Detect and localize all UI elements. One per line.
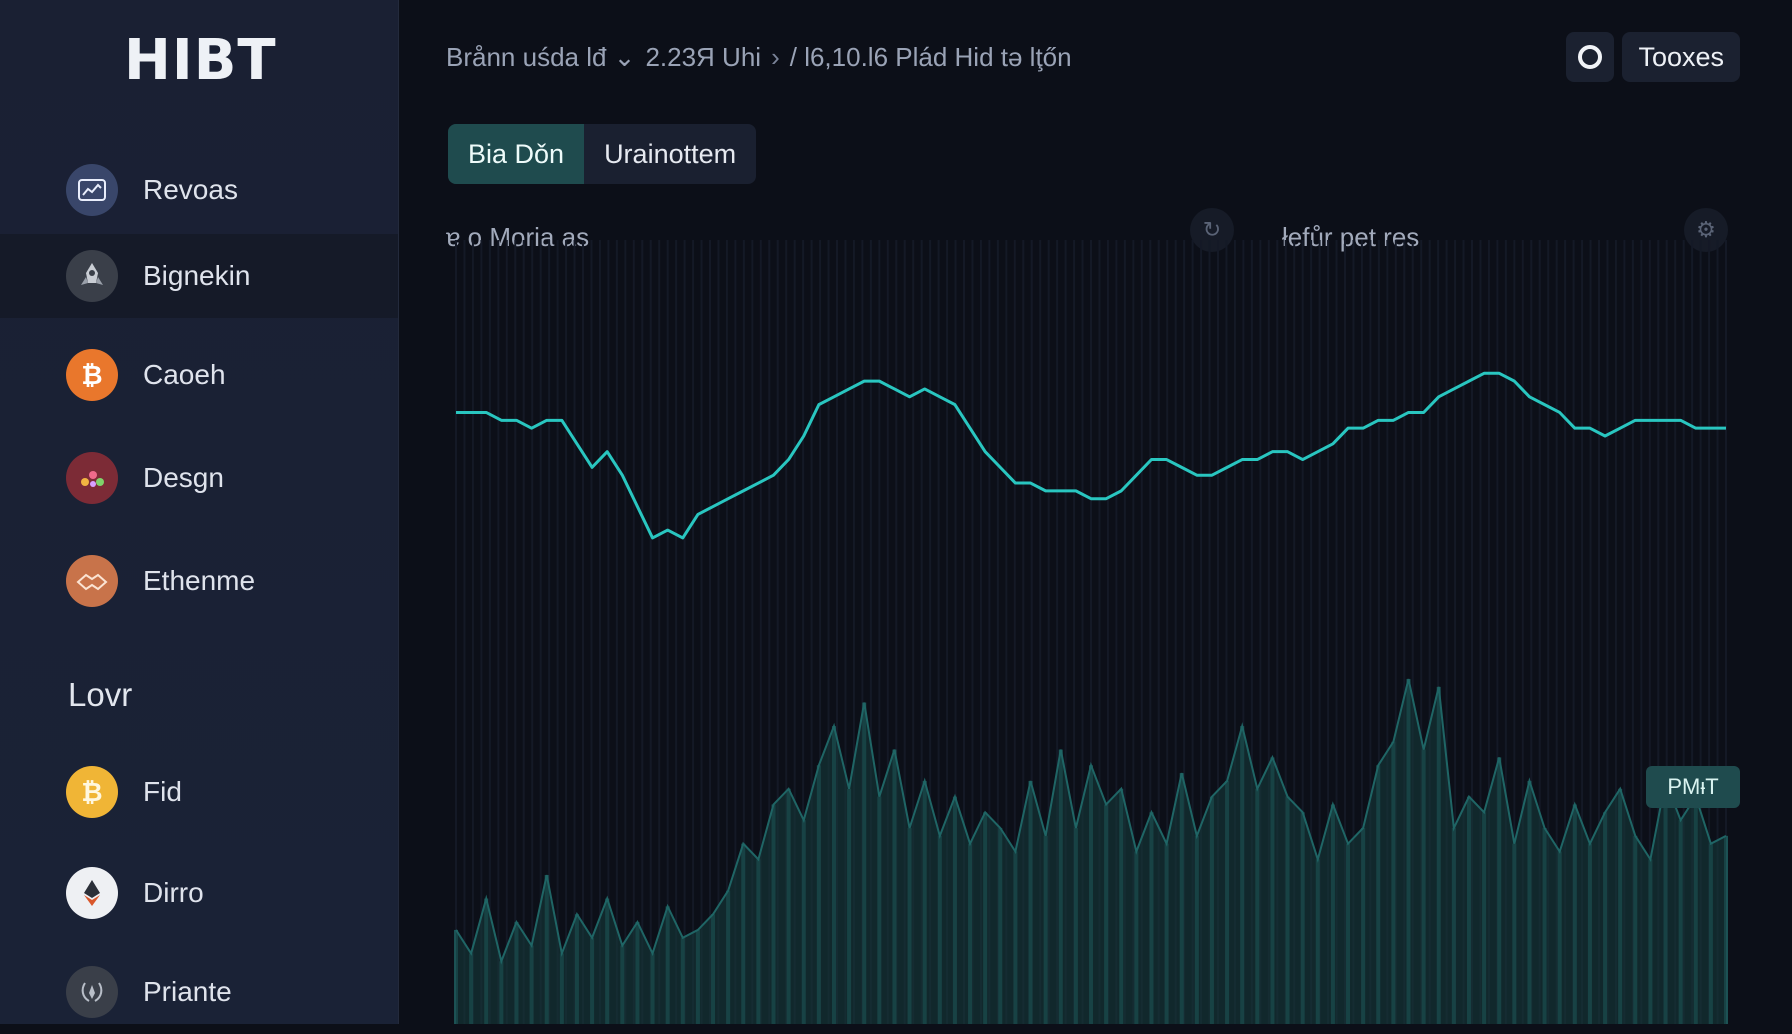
breadcrumb-item[interactable]: 2.23Я Uhi bbox=[645, 42, 761, 73]
tab-bar: Bia Dǒn Urainottem bbox=[448, 124, 757, 184]
sidebar-item-label: Priante bbox=[143, 976, 232, 1007]
breadcrumb-item[interactable]: Brånn uśda lđ ⌄ bbox=[446, 42, 635, 73]
bitcoin-icon: ₿ bbox=[66, 349, 118, 401]
rocket-icon bbox=[66, 250, 118, 302]
sidebar-item-label: Revoas bbox=[143, 174, 238, 205]
sidebar-item-dirro[interactable]: Dirro bbox=[0, 851, 398, 935]
tab-urainottem[interactable]: Urainottem bbox=[584, 124, 756, 184]
sidebar-item-priante[interactable]: Priante bbox=[0, 950, 398, 1034]
sidebar-item-label: Bignekin bbox=[143, 260, 251, 291]
tools-button[interactable]: Tooxes bbox=[1622, 32, 1740, 82]
sidebar-item-label: Fid bbox=[143, 776, 182, 807]
sidebar-item-label: Ethenme bbox=[143, 565, 256, 596]
sidebar-item-revoas[interactable]: Revoas bbox=[0, 148, 398, 232]
sidebar-item-ethenme[interactable]: Ethenme bbox=[0, 539, 398, 623]
sidebar-item-desgn[interactable]: Desgn bbox=[0, 436, 398, 520]
breadcrumb: Brånn uśda lđ ⌄ 2.23Я Uhi › / l6,10.l6 P… bbox=[446, 42, 1072, 73]
sidebar-section-title: Lovr bbox=[68, 676, 133, 713]
breadcrumb-separator: › bbox=[771, 42, 780, 72]
chart-card-icon bbox=[66, 164, 118, 216]
price-tag-badge: PMᵻT bbox=[1646, 766, 1740, 808]
sidebar-item-label: Dirro bbox=[143, 877, 204, 908]
sidebar-item-fid[interactable]: ₿ Fid bbox=[0, 750, 398, 834]
circle-icon bbox=[1578, 45, 1603, 69]
app-logo: HIBT bbox=[124, 28, 277, 93]
wreath-icon bbox=[66, 966, 118, 1018]
record-button[interactable] bbox=[1566, 32, 1615, 82]
sidebar-item-bignekin[interactable]: Bignekin bbox=[0, 234, 398, 318]
handshake-icon bbox=[66, 555, 118, 607]
header-actions: Tooxes bbox=[1566, 32, 1740, 82]
main-panel: Brånn uśda lđ ⌄ 2.23Я Uhi › / l6,10.l6 P… bbox=[398, 0, 1792, 1024]
sidebar: HIBT Revoas Bignekin ₿ Caoeh Desgn Ethen… bbox=[0, 0, 399, 1024]
bitcoin-icon: ₿ bbox=[66, 766, 118, 818]
sidebar-item-caoeh[interactable]: ₿ Caoeh bbox=[0, 333, 398, 417]
breadcrumb-item[interactable]: / l6,10.l6 Plád Hid tə lţőn bbox=[790, 42, 1072, 73]
sidebar-item-label: Caoeh bbox=[143, 359, 226, 390]
dots-cluster-icon bbox=[66, 452, 118, 504]
ethereum-icon bbox=[66, 867, 118, 919]
sidebar-item-label: Desgn bbox=[143, 462, 224, 493]
tab-bia-don[interactable]: Bia Dǒn bbox=[448, 124, 585, 184]
price-chart[interactable] bbox=[446, 240, 1736, 1024]
